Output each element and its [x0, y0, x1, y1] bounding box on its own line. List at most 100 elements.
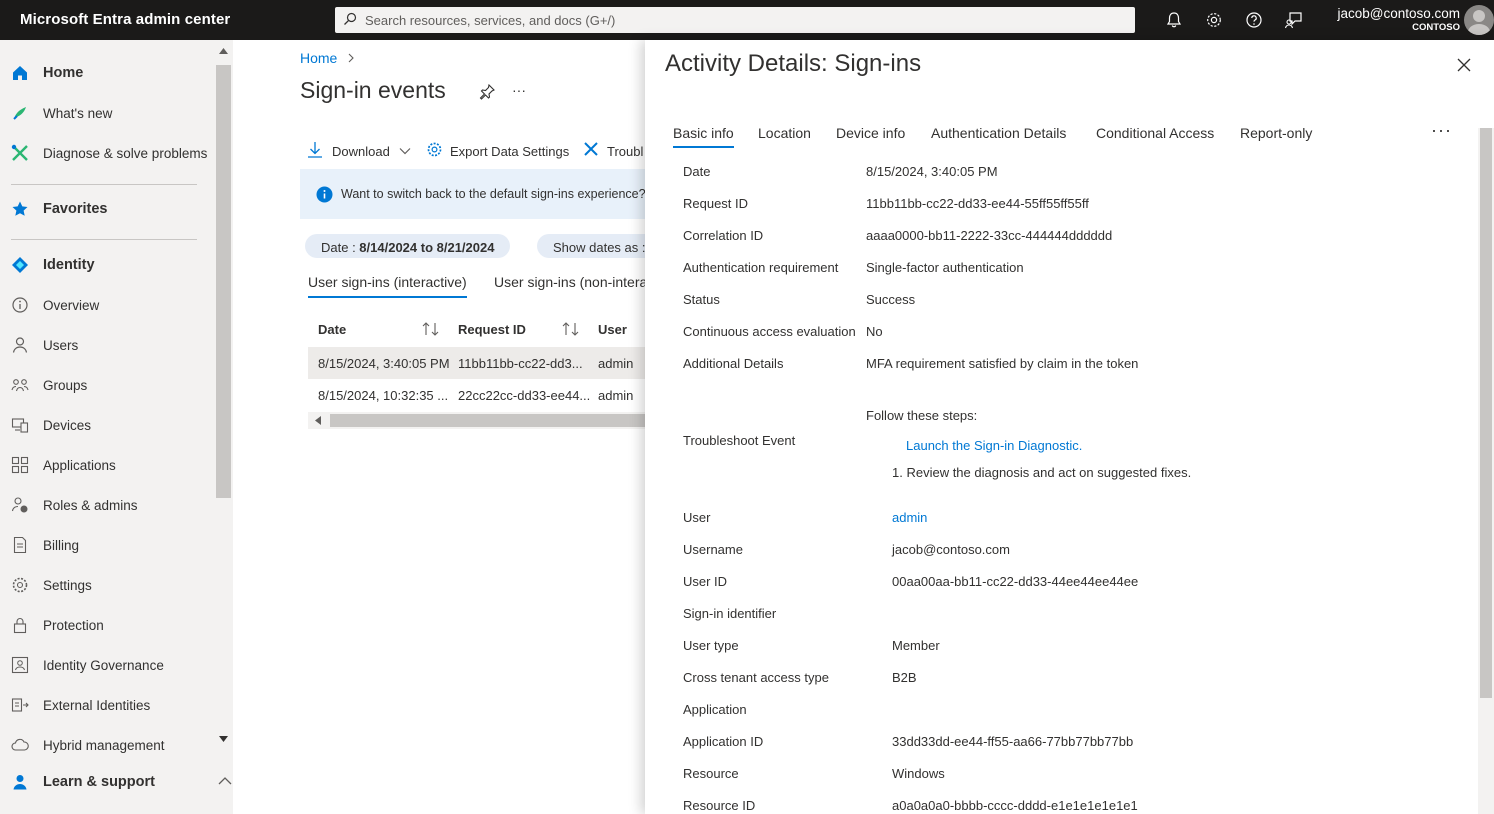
avatar[interactable] — [1464, 5, 1494, 35]
account-info[interactable]: jacob@contoso.com CONTOSO — [1337, 6, 1460, 33]
additional-details-value: MFA requirement satisfied by claim in th… — [866, 356, 1139, 371]
chevron-right-icon — [348, 53, 355, 63]
tab-non-interactive-sign-ins[interactable]: User sign-ins (non-intera — [494, 274, 645, 290]
tab-label: Location — [758, 125, 811, 141]
table-row[interactable]: 8/15/2024, 3:40:05 PM 11bb11bb-cc22-dd3.… — [308, 347, 645, 379]
sidebar-item-settings[interactable]: Settings — [0, 568, 212, 604]
sidebar-item-protection[interactable]: Protection — [0, 608, 212, 644]
sidebar-scrollbar[interactable] — [214, 45, 233, 745]
tab-interactive-sign-ins[interactable]: User sign-ins (interactive) — [308, 274, 467, 298]
more-tabs-icon[interactable]: ··· — [1431, 120, 1452, 141]
more-options-icon[interactable]: ··· — [512, 82, 526, 98]
search-placeholder: Search resources, services, and docs (G+… — [365, 13, 616, 28]
sidebar-item-whats-new[interactable]: What's new — [0, 96, 212, 132]
app-title[interactable]: Microsoft Entra admin center — [20, 11, 230, 28]
chevron-up-icon[interactable] — [218, 776, 232, 785]
scroll-up-icon[interactable] — [219, 48, 228, 54]
groups-icon — [11, 379, 29, 392]
feedback-icon[interactable] — [1284, 10, 1304, 30]
launch-sign-in-diagnostic-link[interactable]: Launch the Sign-in Diagnostic. — [906, 438, 1082, 453]
sidebar-item-roles[interactable]: Roles & admins — [0, 488, 212, 524]
cell-date: 8/15/2024, 3:40:05 PM — [318, 356, 450, 371]
tab-report-only[interactable]: Report-only — [1240, 125, 1312, 141]
scroll-down-icon[interactable] — [219, 736, 228, 742]
sidebar-item-learn-support[interactable]: Learn & support — [0, 764, 233, 800]
user-link[interactable]: admin — [892, 510, 927, 525]
sidebar-item-users[interactable]: Users — [0, 328, 212, 364]
column-header-request-id[interactable]: Request ID — [458, 322, 526, 337]
chevron-down-icon — [399, 148, 411, 155]
sort-icon[interactable] — [562, 322, 580, 336]
divider — [11, 239, 197, 240]
date-filter-pill[interactable]: Date : 8/14/2024 to 8/21/2024 — [305, 234, 511, 258]
tab-conditional-access[interactable]: Conditional Access — [1096, 125, 1214, 141]
sidebar-item-overview[interactable]: Overview — [0, 288, 212, 324]
cae-value: No — [866, 324, 883, 339]
column-header-date[interactable]: Date — [318, 322, 346, 337]
sidebar-item-applications[interactable]: Applications — [0, 448, 212, 484]
tab-location[interactable]: Location — [758, 125, 811, 141]
star-icon — [12, 201, 28, 216]
sidebar-item-home[interactable]: Home — [0, 56, 212, 92]
info-icon — [316, 186, 333, 203]
external-identities-icon — [11, 698, 29, 712]
user-icon — [12, 337, 28, 353]
username-label: Username — [683, 542, 743, 557]
top-bar: Microsoft Entra admin center Search reso… — [0, 0, 1494, 40]
billing-icon — [13, 536, 27, 554]
date-filter-label: Date : — [321, 240, 360, 255]
resource-id-label: Resource ID — [683, 798, 756, 813]
panel-scrollbar[interactable] — [1478, 128, 1494, 814]
cell-request-id: 22cc22cc-dd33-ee44... — [458, 388, 591, 403]
request-id-value: 11bb11bb-cc22-dd33-ee44-55ff55ff55ff — [866, 196, 1089, 211]
scroll-left-icon[interactable] — [315, 416, 321, 425]
tab-device-info[interactable]: Device info — [836, 125, 905, 141]
close-icon[interactable] — [1454, 55, 1474, 75]
table-horizontal-scrollbar[interactable] — [308, 412, 645, 429]
sidebar-item-external-identities[interactable]: External Identities — [0, 688, 212, 724]
bell-icon[interactable] — [1164, 10, 1184, 30]
troubleshoot-label: Troubl — [607, 144, 644, 159]
scrollbar-thumb[interactable] — [330, 414, 645, 427]
date-label: Date — [683, 164, 711, 179]
account-email: jacob@contoso.com — [1337, 6, 1460, 21]
tab-authentication-details[interactable]: Authentication Details — [931, 125, 1066, 141]
wrench-icon — [11, 144, 28, 161]
sidebar-item-identity-governance[interactable]: Identity Governance — [0, 648, 212, 684]
sidebar-item-diagnose[interactable]: Diagnose & solve problems — [0, 136, 212, 172]
download-label: Download — [332, 144, 390, 159]
search-box[interactable]: Search resources, services, and docs (G+… — [335, 7, 1135, 33]
sort-icon[interactable] — [422, 322, 440, 336]
gear-icon[interactable] — [1204, 10, 1224, 30]
table-row[interactable]: 8/15/2024, 10:32:35 ... 22cc22cc-dd33-ee… — [308, 379, 645, 411]
troubleshoot-icon — [584, 142, 598, 156]
resource-value: Windows — [892, 766, 945, 781]
help-icon[interactable] — [1244, 10, 1264, 30]
sidebar-item-favorites[interactable]: Favorites — [0, 192, 212, 228]
sidebar-item-devices[interactable]: Devices — [0, 408, 212, 444]
show-dates-pill[interactable]: Show dates as : — [537, 234, 645, 258]
sign-in-identifier-label: Sign-in identifier — [683, 606, 777, 621]
sidebar-item-identity[interactable]: Identity — [0, 248, 212, 284]
pin-icon[interactable] — [479, 84, 495, 100]
breadcrumb-home[interactable]: Home — [300, 50, 337, 66]
cell-user: admin — [598, 388, 634, 403]
status-label: Status — [683, 292, 720, 307]
banner-text: Want to switch back to the default sign-… — [341, 187, 645, 201]
tab-basic-info[interactable]: Basic info — [673, 125, 734, 148]
sidebar-item-billing[interactable]: Billing — [0, 528, 212, 564]
cae-label: Continuous access evaluation — [683, 324, 856, 339]
tab-label: User sign-ins (non-intera — [494, 274, 645, 290]
tab-label: Conditional Access — [1096, 125, 1215, 141]
resource-id-value: a0a0a0a0-bbbb-cccc-dddd-e1e1e1e1e1e1 — [892, 798, 1138, 813]
home-icon — [13, 66, 27, 80]
sidebar-item-groups[interactable]: Groups — [0, 368, 212, 404]
scrollbar-thumb[interactable] — [216, 65, 231, 498]
rocket-icon — [13, 107, 26, 120]
sidebar-item-hybrid-management[interactable]: Hybrid management — [0, 728, 212, 764]
tab-label: User sign-ins (interactive) — [308, 274, 467, 290]
scrollbar-thumb[interactable] — [1480, 128, 1492, 698]
column-header-user[interactable]: User — [598, 322, 627, 337]
cross-tenant-access-label: Cross tenant access type — [683, 670, 829, 685]
resource-label: Resource — [683, 766, 739, 781]
